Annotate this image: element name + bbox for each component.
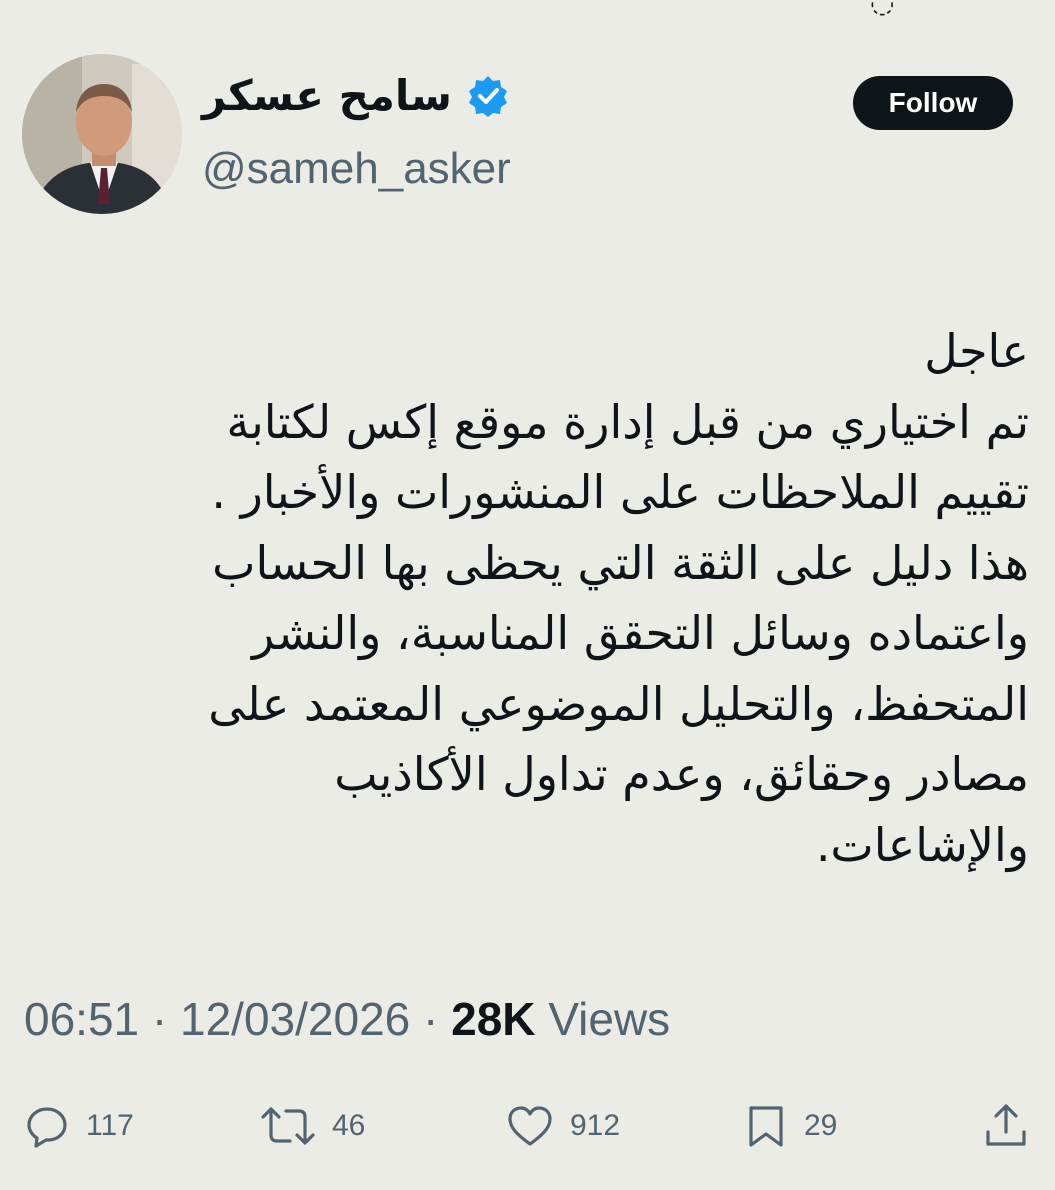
share-button[interactable]	[982, 1098, 1030, 1154]
meta-separator: ·	[423, 993, 439, 1045]
reply-count: 117	[86, 1109, 134, 1142]
like-button[interactable]: 912	[506, 1098, 620, 1154]
tweet-date[interactable]: 12/03/2026	[180, 993, 410, 1045]
tweet-text-line: عاجل	[924, 324, 1029, 378]
like-count: 912	[570, 1109, 621, 1142]
retweet-count: 46	[332, 1109, 366, 1142]
bookmark-icon	[749, 1106, 783, 1147]
retweet-button[interactable]: 46	[260, 1098, 365, 1154]
tweet-text-line: واعتماده وسائل التحقق المناسبة، والنشر	[252, 606, 1029, 660]
tweet-meta: 06:51 · 12/03/2026 · 28K Views	[24, 992, 670, 1046]
reply-button[interactable]: 117	[24, 1098, 134, 1154]
follow-button[interactable]: Follow	[853, 76, 1013, 130]
author-handle[interactable]: @sameh_asker	[202, 144, 511, 194]
bookmark-button[interactable]: 29	[744, 1098, 837, 1154]
tweet-text-line: مصادر وحقائق، وعدم تداول الأكاذيب	[334, 747, 1029, 801]
reply-icon	[27, 1107, 67, 1148]
tweet-text-line: هذا دليل على الثقة التي يحظى بها الحساب	[212, 535, 1029, 590]
views-label: Views	[548, 993, 671, 1045]
verified-badge-icon	[468, 76, 507, 117]
views-count: 28K	[451, 993, 536, 1045]
retweet-icon	[261, 1107, 315, 1145]
like-icon	[508, 1106, 552, 1146]
tweet-text-line: المتحفظ، والتحليل الموضوعي المعتمد على	[208, 676, 1029, 731]
top-edge-fragment: ◌	[870, 0, 895, 19]
action-bar: 117 46 912 29	[0, 1098, 1055, 1154]
meta-separator: ·	[151, 993, 168, 1045]
bookmark-count: 29	[804, 1109, 838, 1142]
avatar-photo	[22, 54, 182, 214]
tweet-text-line: تم اختياري من قبل إدارة موقع إكس لكتابة	[226, 394, 1029, 449]
author-name-row: سامح عسكر	[202, 74, 510, 118]
share-icon	[986, 1104, 1026, 1146]
tweet-text-line: تقييم الملاحظات على المنشورات والأخبار .	[211, 465, 1029, 519]
tweet-text-line: والإشاعات.	[815, 817, 1029, 872]
display-name[interactable]: سامح عسكر	[202, 75, 452, 117]
avatar[interactable]	[22, 54, 182, 214]
tweet-text: عاجل تم اختياري من قبل إدارة موقع إكس لك…	[49, 316, 1029, 880]
tweet-time[interactable]: 06:51	[24, 993, 139, 1045]
